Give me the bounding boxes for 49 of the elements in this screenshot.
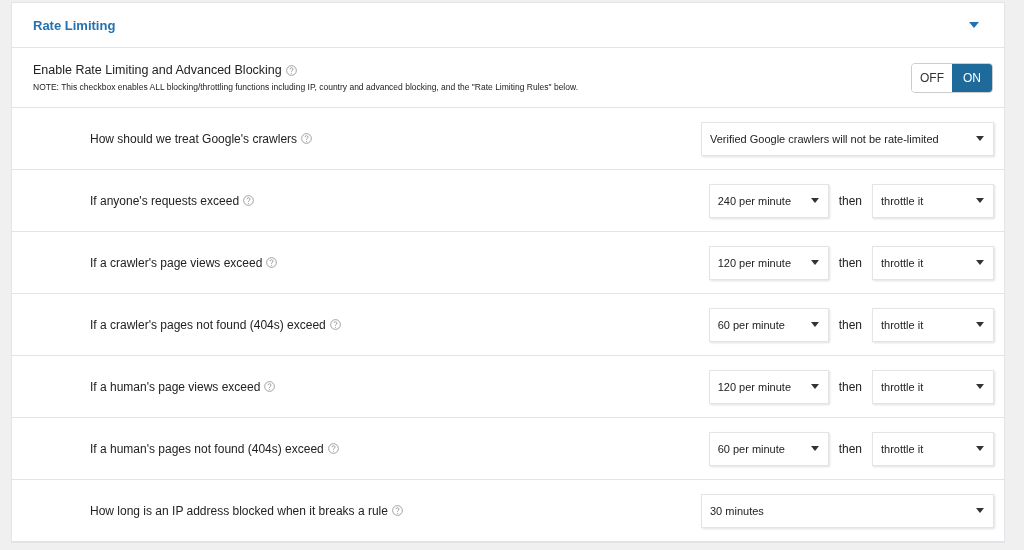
rule-label: If anyone's requests exceed	[90, 193, 240, 208]
then-text: then	[838, 441, 862, 456]
help-icon[interactable]	[329, 319, 341, 330]
caret-icon	[810, 198, 819, 203]
note-text: NOTE: This checkbox enables ALL blocking/throttling functions including IP, country and advanced blocking, and the "Rate Limiting Rules" below.	[33, 82, 578, 92]
dropdown[interactable]: 120 per minute	[708, 369, 829, 404]
then-text: then	[838, 379, 862, 394]
dropdown[interactable]: throttle it	[872, 431, 994, 466]
help-icon[interactable]	[243, 195, 255, 206]
rule-label: If a crawler's pages not found (404s) exceed	[90, 317, 326, 332]
dropdown[interactable]: 60 per minute	[708, 307, 829, 342]
caret-icon[interactable]	[969, 22, 979, 28]
caret-icon	[976, 260, 984, 265]
caret-icon	[810, 384, 819, 389]
caret-icon	[976, 508, 984, 513]
dropdown[interactable]: throttle it	[872, 245, 994, 280]
help-icon[interactable]	[264, 381, 276, 392]
caret-icon	[810, 322, 819, 327]
dropdown[interactable]: throttle it	[872, 307, 994, 342]
caret-icon	[976, 384, 984, 389]
then-text: then	[838, 255, 862, 270]
rule-label: If a crawler's page views exceed	[90, 255, 263, 270]
caret-icon	[810, 446, 819, 451]
caret-icon	[976, 198, 984, 203]
help-icon[interactable]	[327, 443, 339, 454]
dropdown[interactable]: 60 per minute	[708, 431, 829, 466]
rule-label: How should we treat Google's crawlers	[90, 131, 298, 146]
dropdown[interactable]: 120 per minute	[708, 245, 829, 280]
caret-icon	[976, 322, 984, 327]
rule-label: How long is an IP address blocked when it breaks a rule	[90, 503, 388, 518]
help-icon[interactable]	[301, 133, 313, 144]
caret-icon	[976, 136, 984, 141]
help-icon[interactable]	[266, 257, 278, 268]
then-text: then	[838, 317, 862, 332]
setting-label: Enable Rate Limiting and Advanced Blocking	[33, 63, 282, 77]
help-icon[interactable]	[285, 64, 297, 76]
caret-icon	[810, 260, 819, 265]
caret-icon	[976, 446, 984, 451]
help-icon[interactable]	[391, 505, 403, 516]
then-text: then	[838, 193, 862, 208]
section-title[interactable]: Rate Limiting	[33, 17, 116, 33]
dropdown[interactable]: throttle it	[872, 183, 994, 218]
dropdown[interactable]: Verified Google crawlers will not be rate-limited	[701, 121, 994, 156]
rule-label: If a human's pages not found (404s) exceed	[90, 441, 324, 456]
dropdown[interactable]: 240 per minute	[708, 183, 829, 218]
dropdown[interactable]: 30 minutes	[701, 493, 994, 528]
toggle-option[interactable]: ON	[952, 63, 992, 92]
dropdown[interactable]: throttle it	[872, 369, 994, 404]
rule-label: If a human's page views exceed	[90, 379, 261, 394]
